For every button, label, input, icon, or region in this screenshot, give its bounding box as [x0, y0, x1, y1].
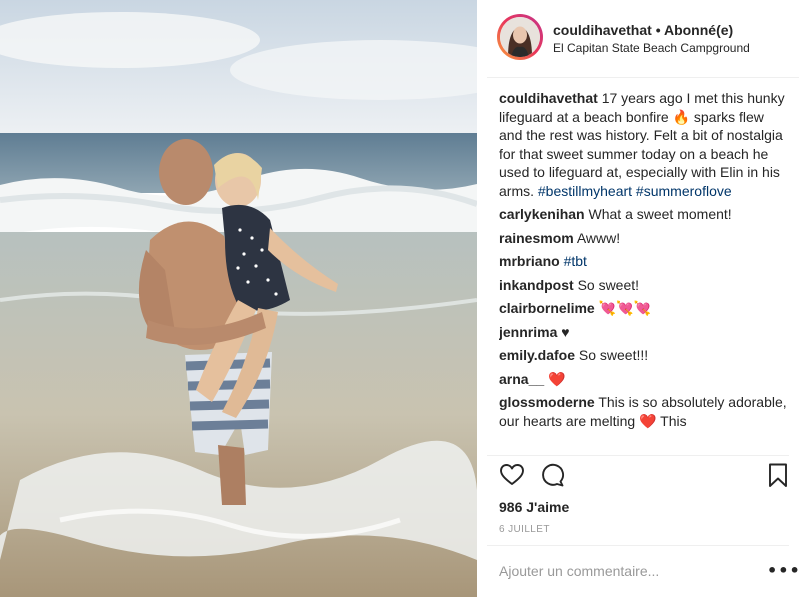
heart-icon: [500, 464, 524, 485]
comment-username[interactable]: carlykenihan: [499, 206, 585, 222]
beach-photo-illustration: [0, 0, 477, 597]
comment-username[interactable]: arna__: [499, 371, 544, 387]
story-ring[interactable]: [497, 14, 543, 60]
comment-text: ❤️: [548, 370, 566, 387]
header-username-line: couldihavethat • Abonné(e): [553, 22, 733, 38]
list-item: clairbornelime 💘💘💘: [499, 299, 789, 318]
follow-status-button[interactable]: Abonné(e): [664, 22, 733, 38]
comment-username[interactable]: emily.dafoe: [499, 347, 575, 363]
divider: [487, 545, 789, 546]
action-bar: [499, 462, 789, 492]
more-options-button[interactable]: •••: [767, 560, 800, 580]
list-item: rainesmom Awww!: [499, 229, 789, 248]
header-separator: •: [655, 22, 661, 38]
comment-button[interactable]: [539, 462, 565, 488]
avatar-image: [500, 17, 540, 57]
comment-hashtag[interactable]: #tbt: [564, 253, 587, 269]
comment-username[interactable]: clairbornelime: [499, 300, 595, 316]
avatar[interactable]: [500, 17, 540, 57]
post-photo[interactable]: [0, 0, 477, 597]
likes-count[interactable]: 986 J'aime: [499, 499, 569, 515]
comment-text: So sweet!: [577, 276, 640, 293]
caption: couldihavethat 17 years ago I met this h…: [499, 89, 789, 200]
comments-list[interactable]: couldihavethat 17 years ago I met this h…: [499, 89, 789, 449]
comment-text: 💘💘💘: [598, 300, 651, 316]
comment-text: So sweet!!!: [578, 347, 649, 363]
post-date[interactable]: 6 JUILLET: [499, 524, 550, 535]
instagram-post: couldihavethat • Abonné(e) El Capitan St…: [0, 0, 812, 597]
add-comment-input[interactable]: [499, 561, 739, 581]
bookmark-icon: [769, 463, 787, 487]
comment-text: ♥: [561, 323, 570, 340]
list-item: mrbriano #tbt: [499, 252, 789, 271]
header-username[interactable]: couldihavethat: [553, 22, 652, 38]
list-item: glossmoderne This is so absolutely adora…: [499, 393, 789, 430]
save-button[interactable]: [765, 462, 791, 488]
comment-username[interactable]: inkandpost: [499, 277, 574, 293]
post-header: couldihavethat • Abonné(e) El Capitan St…: [487, 0, 799, 78]
list-item: jennrima ♥: [499, 323, 789, 342]
like-button[interactable]: [499, 462, 525, 488]
comment-bubble-icon: [542, 463, 565, 487]
comment-text: Awww!: [576, 229, 621, 246]
location-link[interactable]: El Capitan State Beach Campground: [553, 41, 750, 55]
caption-username[interactable]: couldihavethat: [499, 90, 598, 106]
divider: [487, 455, 789, 456]
comment-username[interactable]: rainesmom: [499, 230, 574, 246]
list-item: emily.dafoe So sweet!!!: [499, 346, 789, 365]
list-item: inkandpost So sweet!: [499, 276, 789, 295]
comment-text: What a sweet moment!: [588, 206, 732, 222]
list-item: carlykenihan What a sweet moment!: [499, 205, 789, 224]
comment-username[interactable]: glossmoderne: [499, 394, 595, 410]
list-item: arna__ ❤️: [499, 370, 789, 389]
comment-username[interactable]: mrbriano: [499, 253, 560, 269]
comment-username[interactable]: jennrima: [499, 324, 557, 340]
caption-hashtags[interactable]: #bestillmyheart #summeroflove: [538, 183, 732, 199]
post-details-panel: couldihavethat • Abonné(e) El Capitan St…: [477, 0, 812, 597]
